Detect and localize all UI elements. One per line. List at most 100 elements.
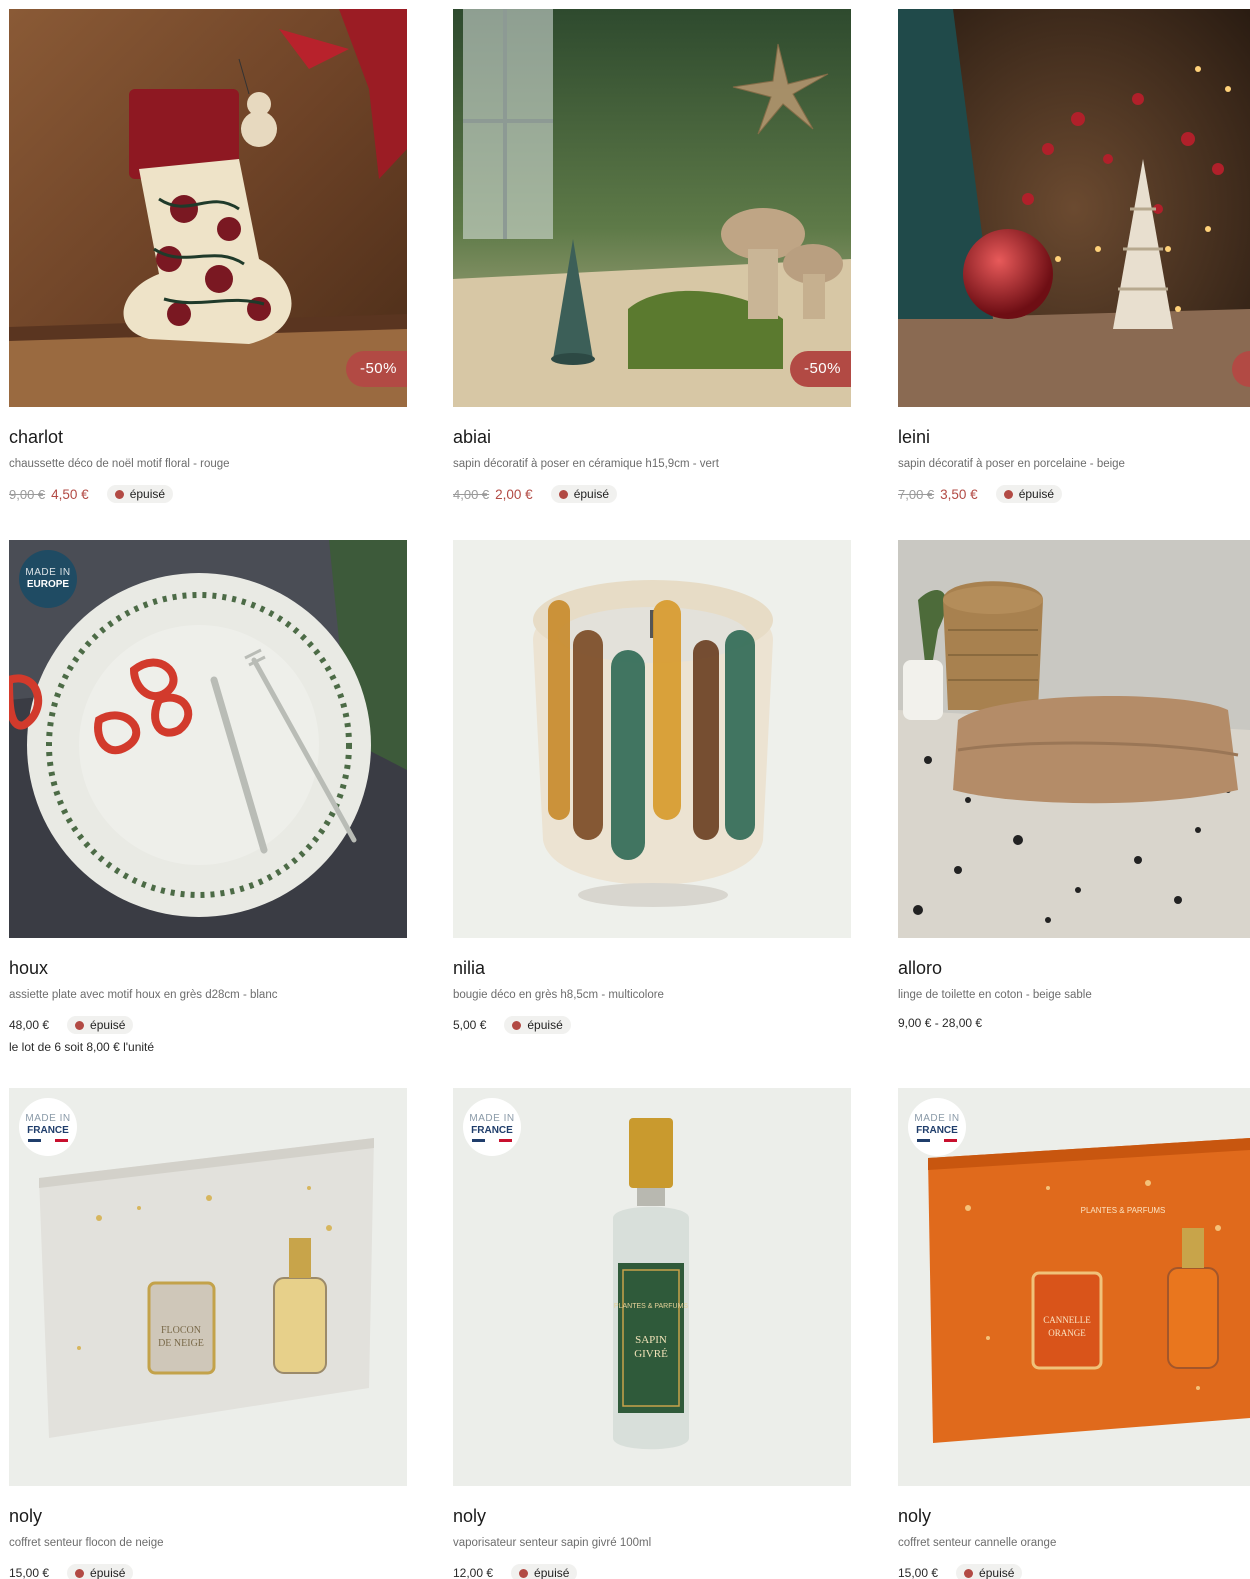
product-image[interactable]: -50% <box>453 9 851 407</box>
snowflake-giftbox-illustration: FLOCON DE NEIGE <box>9 1088 407 1486</box>
product-description: vaporisateur senteur sapin givré 100ml <box>453 1537 652 1549</box>
product-name[interactable]: noly <box>9 1506 407 1527</box>
product-price: 15,00 € <box>898 1566 939 1579</box>
box-text-1: FLOCON <box>161 1325 201 1336</box>
product-price: 12,00 € <box>453 1566 494 1579</box>
product-image[interactable]: MADE IN EUROPE <box>9 540 407 938</box>
unit-price-note: le lot de 6 soit 8,00 € l'unité <box>9 1040 155 1054</box>
product-image[interactable] <box>898 540 1250 938</box>
made-in-france-badge: MADE IN FRANCE <box>463 1098 521 1156</box>
product-image[interactable]: PLANTES & PARFUMS CANNELLE ORANGE MADE I… <box>898 1088 1250 1486</box>
product-image[interactable]: -50% <box>9 9 407 407</box>
price-row: 5,00 € épuisé <box>453 1016 851 1034</box>
holly-plate-illustration <box>9 540 407 938</box>
product-price: 15,00 € <box>9 1566 50 1579</box>
box-text-1: CANNELLE <box>1043 1315 1091 1325</box>
original-price: 7,00 € <box>898 486 935 502</box>
spray-bottle-illustration: PLANTES & PARFUMS SAPIN GIVRÉ <box>453 1088 851 1486</box>
product-card-noly-cannelle[interactable]: PLANTES & PARFUMS CANNELLE ORANGE MADE I… <box>898 1088 1250 1579</box>
stock-badge: épuisé <box>956 1564 1023 1579</box>
stock-badge: épuisé <box>511 1564 578 1579</box>
product-description: linge de toilette en coton - beige sable <box>898 989 1092 1001</box>
badge-line1: MADE IN <box>914 1112 960 1124</box>
price-row: 48,00 € épuisé <box>9 1016 407 1034</box>
product-card-houx[interactable]: MADE IN EUROPE houx assiette plate avec … <box>9 540 407 1054</box>
stock-dot-icon <box>75 1568 85 1578</box>
product-name[interactable]: abiai <box>453 427 851 448</box>
product-image[interactable] <box>898 9 1250 407</box>
box-brand: PLANTES & PARFUMS <box>1081 1206 1166 1215</box>
badge-line2: FRANCE <box>27 1124 69 1136</box>
product-card-noly-sapin[interactable]: PLANTES & PARFUMS SAPIN GIVRÉ MADE IN FR… <box>453 1088 851 1579</box>
stock-badge: épuisé <box>106 485 174 503</box>
product-card-noly-flocon[interactable]: FLOCON DE NEIGE MADE IN FRANCE noly coff… <box>9 1088 407 1579</box>
product-name[interactable]: charlot <box>9 427 407 448</box>
price-row: 9,00 € 4,50 € épuisé <box>9 485 407 503</box>
stock-dot-icon <box>558 489 568 499</box>
product-name[interactable]: alloro <box>898 958 1250 979</box>
product-description: chaussette déco de noël motif floral - r… <box>9 458 230 470</box>
bottle-text-1: SAPIN <box>635 1334 667 1346</box>
french-flag-icon <box>917 1138 957 1142</box>
stock-label: épuisé <box>90 1018 126 1032</box>
product-description: sapin décoratif à poser en céramique h15… <box>453 458 719 470</box>
stock-badge: épuisé <box>995 485 1063 503</box>
stock-label: épuisé <box>573 487 610 501</box>
original-price: 4,00 € <box>453 486 490 502</box>
sale-price: 2,00 € <box>495 486 533 502</box>
product-image[interactable] <box>453 540 851 938</box>
product-name[interactable]: houx <box>9 958 407 979</box>
product-name[interactable]: leini <box>898 427 1250 448</box>
product-name[interactable]: nilia <box>453 958 851 979</box>
product-name[interactable]: noly <box>453 1506 851 1527</box>
box-text-2: ORANGE <box>1048 1328 1086 1338</box>
price-row: 15,00 € épuisé <box>898 1564 1250 1579</box>
french-flag-icon <box>28 1138 68 1142</box>
stock-dot-icon <box>964 1568 974 1578</box>
stock-label: épuisé <box>129 487 166 501</box>
french-flag-icon <box>472 1138 512 1142</box>
product-card-abiai[interactable]: -50% abiai sapin décoratif à poser en cé… <box>453 9 851 503</box>
stock-label: épuisé <box>90 1566 126 1579</box>
product-card-charlot[interactable]: -50% charlot chaussette déco de noël mot… <box>9 9 407 503</box>
sale-price: 4,50 € <box>51 486 89 502</box>
made-in-france-badge: MADE IN FRANCE <box>19 1098 77 1156</box>
product-description: bougie déco en grès h8,5cm - multicolore <box>453 989 664 1001</box>
stock-badge: épuisé <box>67 1016 134 1034</box>
ceramic-tree-illustration <box>453 9 851 407</box>
badge-line2: FRANCE <box>916 1124 958 1136</box>
price-row: 15,00 € épuisé <box>9 1564 407 1579</box>
stock-dot-icon <box>75 1020 85 1030</box>
sale-price: 3,50 € <box>940 486 978 502</box>
stock-badge: épuisé <box>504 1016 571 1034</box>
stock-badge: épuisé <box>550 485 618 503</box>
product-image[interactable]: PLANTES & PARFUMS SAPIN GIVRÉ MADE IN FR… <box>453 1088 851 1486</box>
product-card-alloro[interactable]: alloro linge de toilette en coton - beig… <box>898 540 1250 1030</box>
badge-line1: MADE IN <box>25 567 71 578</box>
product-description: assiette plate avec motif houx en grès d… <box>9 989 278 1001</box>
stock-label: épuisé <box>1018 487 1055 501</box>
candle-illustration <box>453 540 851 938</box>
bottle-brand: PLANTES & PARFUMS <box>614 1303 688 1310</box>
stock-dot-icon <box>1003 489 1013 499</box>
towels-illustration <box>898 540 1250 938</box>
stock-label: épuisé <box>527 1018 563 1032</box>
product-card-nilia[interactable]: nilia bougie déco en grès h8,5cm - multi… <box>453 540 851 1034</box>
product-card-leini[interactable]: leini sapin décoratif à poser en porcela… <box>898 9 1250 503</box>
stock-dot-icon <box>114 489 124 499</box>
product-description: sapin décoratif à poser en porcelaine - … <box>898 458 1125 470</box>
product-price-range: 9,00 € - 28,00 € <box>898 1016 983 1030</box>
product-name[interactable]: noly <box>898 1506 1250 1527</box>
discount-badge: -50% <box>789 351 851 387</box>
bottle-text-2: GIVRÉ <box>634 1348 668 1360</box>
product-price: 48,00 € <box>9 1018 50 1032</box>
product-description: coffret senteur cannelle orange <box>898 1537 1057 1549</box>
product-price: 5,00 € <box>453 1018 487 1032</box>
stock-badge: épuisé <box>67 1564 134 1579</box>
stocking-illustration <box>9 9 407 407</box>
stock-label: épuisé <box>534 1566 570 1579</box>
price-row: 9,00 € - 28,00 € <box>898 1016 1250 1030</box>
product-image[interactable]: FLOCON DE NEIGE MADE IN FRANCE <box>9 1088 407 1486</box>
stock-label: épuisé <box>979 1566 1015 1579</box>
stock-dot-icon <box>519 1568 529 1578</box>
